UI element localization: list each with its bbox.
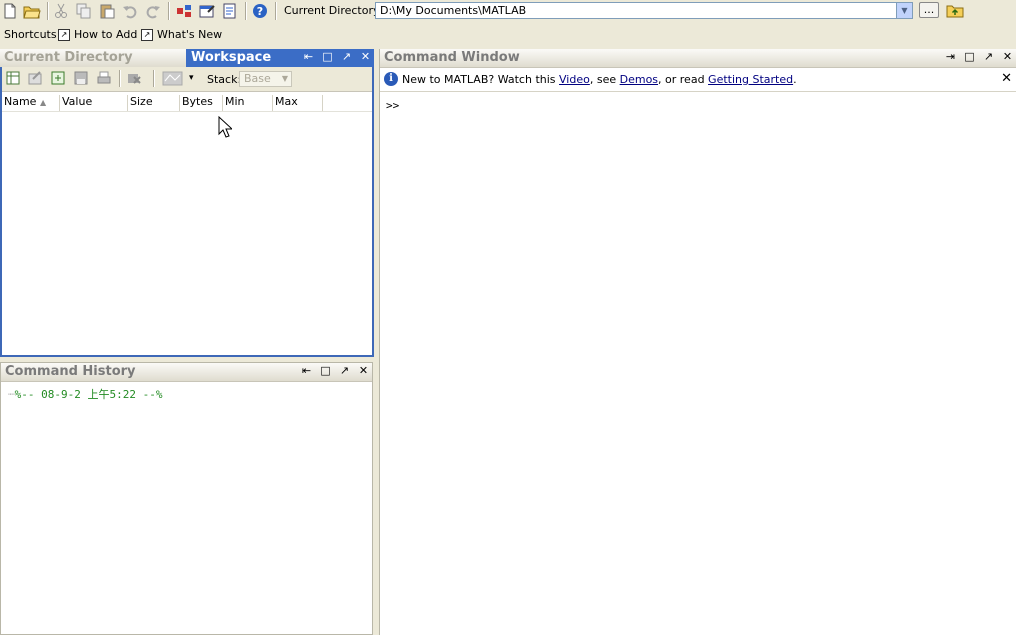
popout-icon[interactable]: ↗ bbox=[982, 50, 995, 64]
chevron-down-icon: ▼ bbox=[281, 74, 288, 83]
column-bytes[interactable]: Bytes bbox=[180, 95, 223, 111]
cut-icon[interactable] bbox=[52, 2, 70, 20]
close-icon[interactable]: ✕ bbox=[1001, 71, 1012, 86]
info-message: New to MATLAB? Watch this Video, see Dem… bbox=[402, 73, 797, 86]
info-text-suffix: . bbox=[793, 73, 797, 86]
info-bar: i New to MATLAB? Watch this Video, see D… bbox=[380, 69, 1016, 92]
maximize-icon[interactable]: □ bbox=[963, 50, 976, 64]
svg-text:?: ? bbox=[257, 5, 263, 18]
new-variable-icon[interactable] bbox=[6, 71, 21, 86]
tree-connector-icon: ┈ bbox=[8, 388, 15, 401]
info-text-prefix: New to MATLAB? Watch this bbox=[402, 73, 560, 86]
open-variable-icon[interactable] bbox=[28, 71, 43, 86]
print-icon[interactable] bbox=[97, 71, 112, 86]
column-min[interactable]: Min bbox=[223, 95, 273, 111]
command-history-title: Command History bbox=[5, 364, 136, 379]
main-toolbar: ? Current Directory: D:\My Documents\MAT… bbox=[0, 0, 1016, 22]
tab-current-directory-label: Current Directory bbox=[4, 50, 133, 65]
close-icon[interactable]: ✕ bbox=[357, 364, 370, 378]
whats-new-shortcut[interactable]: ↗ What's New bbox=[141, 28, 222, 41]
close-icon[interactable]: ✕ bbox=[1001, 50, 1014, 64]
stack-select[interactable]: Base ▼ bbox=[239, 71, 292, 87]
copy-icon[interactable] bbox=[75, 2, 93, 20]
save-workspace-icon[interactable] bbox=[74, 71, 89, 86]
info-text-separator: , see bbox=[589, 73, 620, 86]
sort-ascending-icon: ▲ bbox=[39, 98, 47, 107]
tab-current-directory[interactable]: Current Directory bbox=[0, 49, 186, 67]
how-to-add-label: How to Add bbox=[74, 28, 138, 41]
up-folder-icon[interactable] bbox=[946, 2, 964, 19]
maximize-icon[interactable]: □ bbox=[319, 364, 332, 378]
info-icon: i bbox=[384, 72, 398, 86]
stack-select-value: Base bbox=[244, 72, 271, 85]
shortcuts-toolbar: Shortcuts ↗ How to Add ↗ What's New bbox=[0, 25, 1016, 45]
undock-icon[interactable]: ⇤ bbox=[302, 50, 315, 64]
workspace-panel: Current Directory Workspace ⇤ □ ↗ ✕ ▾ St… bbox=[0, 49, 374, 357]
redo-icon[interactable] bbox=[144, 2, 162, 20]
stack-label: Stack: bbox=[207, 73, 242, 86]
command-window-title: Command Window bbox=[384, 50, 520, 65]
workspace-table-header: Name ▲ Value Size Bytes Min Max bbox=[2, 93, 372, 112]
mouse-cursor-icon bbox=[218, 115, 234, 141]
undock-icon[interactable]: ⇤ bbox=[300, 364, 313, 378]
column-value[interactable]: Value bbox=[60, 95, 128, 111]
column-name-label: Name bbox=[4, 95, 37, 108]
video-link[interactable]: Video bbox=[559, 73, 590, 86]
tab-workspace[interactable]: Workspace ⇤ □ ↗ ✕ bbox=[186, 49, 374, 67]
popout-icon[interactable]: ↗ bbox=[338, 364, 351, 378]
simulink-icon[interactable] bbox=[175, 2, 193, 20]
column-max[interactable]: Max bbox=[273, 95, 323, 111]
demos-link[interactable]: Demos bbox=[620, 73, 658, 86]
undo-icon[interactable] bbox=[121, 2, 139, 20]
shortcut-arrow-icon: ↗ bbox=[141, 28, 153, 41]
browse-folder-button[interactable]: ... bbox=[919, 2, 939, 18]
plot-selection-icon[interactable] bbox=[162, 71, 184, 86]
tab-workspace-label: Workspace bbox=[191, 50, 272, 65]
import-data-icon[interactable] bbox=[51, 71, 66, 86]
guide-icon[interactable] bbox=[198, 2, 216, 20]
shortcut-arrow-icon: ↗ bbox=[58, 28, 70, 41]
command-window-panel: Command Window ⇥ □ ↗ ✕ i New to MATLAB? … bbox=[379, 49, 1016, 635]
getting-started-link[interactable]: Getting Started bbox=[708, 73, 793, 86]
history-entry-text: %-- 08-9-2 上午5:22 --% bbox=[14, 388, 163, 401]
maximize-icon[interactable]: □ bbox=[321, 50, 334, 64]
command-window-titlebar[interactable]: Command Window ⇥ □ ↗ ✕ bbox=[380, 49, 1016, 68]
info-text-separator: , or read bbox=[658, 73, 709, 86]
current-directory-label: Current Directory: bbox=[284, 4, 383, 17]
plot-dropdown-arrow-icon[interactable]: ▾ bbox=[189, 73, 194, 83]
command-prompt[interactable]: >> bbox=[386, 99, 399, 112]
chevron-down-icon[interactable]: ▼ bbox=[896, 3, 912, 18]
paste-icon[interactable] bbox=[98, 2, 116, 20]
profiler-icon[interactable] bbox=[221, 2, 239, 20]
history-entry[interactable]: ┈%-- 08-9-2 上午5:22 --% bbox=[8, 386, 162, 402]
current-directory-value[interactable]: D:\My Documents\MATLAB bbox=[380, 4, 526, 17]
new-file-icon[interactable] bbox=[1, 2, 19, 20]
workspace-body: ▾ Stack: Base ▼ Name ▲ Value Size Bytes … bbox=[0, 67, 374, 357]
current-directory-combobox[interactable]: D:\My Documents\MATLAB ▼ bbox=[375, 2, 913, 19]
delete-variable-icon[interactable] bbox=[127, 71, 142, 86]
column-name[interactable]: Name ▲ bbox=[2, 95, 60, 111]
workspace-toolbar: ▾ Stack: Base ▼ bbox=[2, 67, 372, 92]
dock-icon[interactable]: ⇥ bbox=[944, 50, 957, 64]
how-to-add-shortcut[interactable]: ↗ How to Add bbox=[58, 28, 137, 41]
close-icon[interactable]: ✕ bbox=[359, 50, 372, 64]
help-icon[interactable]: ? bbox=[251, 2, 269, 20]
popout-icon[interactable]: ↗ bbox=[340, 50, 353, 64]
open-file-icon[interactable] bbox=[23, 2, 41, 20]
whats-new-label: What's New bbox=[157, 28, 223, 41]
shortcuts-label[interactable]: Shortcuts bbox=[4, 28, 57, 41]
column-size[interactable]: Size bbox=[128, 95, 180, 111]
command-history-titlebar[interactable]: Command History ⇤ □ ↗ ✕ bbox=[1, 363, 372, 382]
command-history-panel: Command History ⇤ □ ↗ ✕ ┈%-- 08-9-2 上午5:… bbox=[0, 362, 373, 635]
